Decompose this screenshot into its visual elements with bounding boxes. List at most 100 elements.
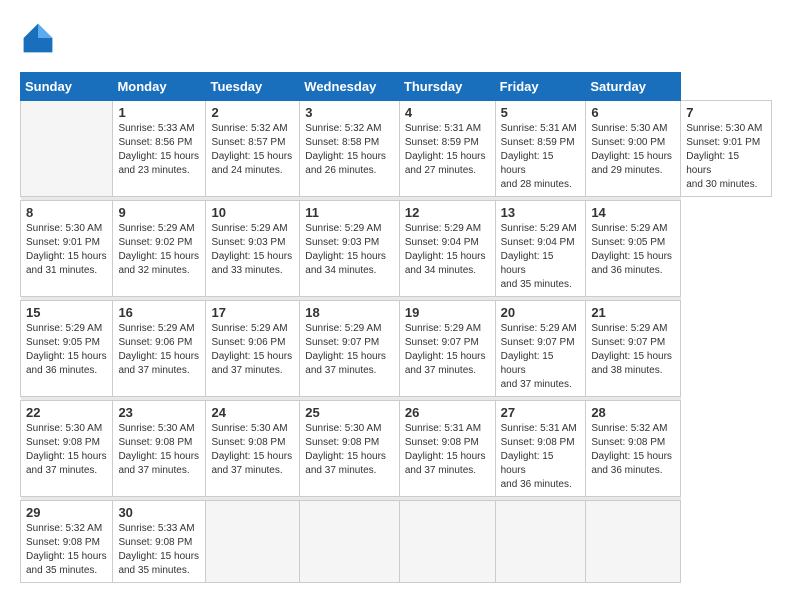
calendar-week-row: 8Sunrise: 5:30 AMSunset: 9:01 PMDaylight…: [21, 201, 772, 297]
day-number: 23: [118, 405, 200, 420]
calendar-day: 27Sunrise: 5:31 AMSunset: 9:08 PMDayligh…: [495, 401, 586, 497]
calendar-day: [495, 501, 586, 583]
day-info: Sunrise: 5:31 AMSunset: 9:08 PMDaylight:…: [501, 422, 581, 492]
day-info: Sunrise: 5:31 AMSunset: 8:59 PMDaylight:…: [405, 122, 490, 178]
day-number: 29: [26, 505, 107, 520]
calendar-day: 29 Sunrise: 5:32 AMSunset: 9:08 PMDayligh…: [21, 501, 113, 583]
day-info: Sunrise: 5:29 AMSunset: 9:05 PMDaylight:…: [26, 322, 107, 378]
day-number: 4: [405, 105, 490, 120]
day-info: Sunrise: 5:29 AMSunset: 9:07 PMDaylight:…: [591, 322, 675, 378]
calendar-day: 8Sunrise: 5:30 AMSunset: 9:01 PMDaylight…: [21, 201, 113, 297]
calendar-day: [399, 501, 495, 583]
calendar-day: 15 Sunrise: 5:29 AMSunset: 9:05 PMDayligh…: [21, 301, 113, 397]
column-header-thursday: Thursday: [399, 73, 495, 101]
column-header-saturday: Saturday: [586, 73, 681, 101]
day-info: Sunrise: 5:29 AMSunset: 9:05 PMDaylight:…: [591, 222, 675, 278]
calendar-day: 5 Sunrise: 5:31 AMSunset: 8:59 PMDaylight…: [495, 101, 586, 197]
day-number: 11: [305, 205, 394, 220]
day-number: 22: [26, 405, 107, 420]
day-info: Sunrise: 5:32 AMSunset: 9:08 PMDaylight:…: [591, 422, 675, 478]
day-number: 25: [305, 405, 394, 420]
day-number: 9: [118, 205, 200, 220]
day-info: Sunrise: 5:30 AMSunset: 9:08 PMDaylight:…: [305, 422, 394, 478]
day-info: Sunrise: 5:29 AMSunset: 9:06 PMDaylight:…: [118, 322, 200, 378]
calendar-day: 16 Sunrise: 5:29 AMSunset: 9:06 PMDayligh…: [113, 301, 206, 397]
calendar-day: 1 Sunrise: 5:33 AMSunset: 8:56 PMDaylight…: [113, 101, 206, 197]
calendar-day: 19 Sunrise: 5:29 AMSunset: 9:07 PMDayligh…: [399, 301, 495, 397]
day-info: Sunrise: 5:29 AMSunset: 9:06 PMDaylight:…: [211, 322, 294, 378]
calendar-day: 22 Sunrise: 5:30 AMSunset: 9:08 PMDayligh…: [21, 401, 113, 497]
day-info: Sunrise: 5:30 AMSunset: 9:01 PMDaylight:…: [26, 222, 107, 278]
calendar-day: 17 Sunrise: 5:29 AMSunset: 9:06 PMDayligh…: [206, 301, 300, 397]
calendar-day: [206, 501, 300, 583]
calendar-day: 20 Sunrise: 5:29 AMSunset: 9:07 PMDayligh…: [495, 301, 586, 397]
day-info: Sunrise: 5:31 AMSunset: 9:08 PMDaylight:…: [405, 422, 490, 478]
day-number: 26: [405, 405, 490, 420]
day-info: Sunrise: 5:29 AMSunset: 9:07 PMDaylight:…: [501, 322, 581, 392]
day-info: Sunrise: 5:29 AMSunset: 9:04 PMDaylight:…: [405, 222, 490, 278]
calendar-day: [586, 501, 681, 583]
calendar-day: 21 Sunrise: 5:29 AMSunset: 9:07 PMDayligh…: [586, 301, 681, 397]
day-number: 1: [118, 105, 200, 120]
calendar-day: 4 Sunrise: 5:31 AMSunset: 8:59 PMDaylight…: [399, 101, 495, 197]
day-info: Sunrise: 5:30 AMSunset: 9:08 PMDaylight:…: [118, 422, 200, 478]
day-number: 12: [405, 205, 490, 220]
day-info: Sunrise: 5:29 AMSunset: 9:07 PMDaylight:…: [405, 322, 490, 378]
day-number: 28: [591, 405, 675, 420]
day-number: 19: [405, 305, 490, 320]
day-info: Sunrise: 5:33 AMSunset: 8:56 PMDaylight:…: [118, 122, 200, 178]
calendar-day: 28 Sunrise: 5:32 AMSunset: 9:08 PMDayligh…: [586, 401, 681, 497]
calendar-day: 3Sunrise: 5:32 AMSunset: 8:58 PMDaylight…: [300, 101, 400, 197]
day-number: 16: [118, 305, 200, 320]
day-info: Sunrise: 5:32 AMSunset: 8:58 PMDaylight:…: [305, 122, 394, 178]
calendar-day: 11 Sunrise: 5:29 AMSunset: 9:03 PMDayligh…: [300, 201, 400, 297]
calendar-day: 26 Sunrise: 5:31 AMSunset: 9:08 PMDayligh…: [399, 401, 495, 497]
calendar-week-row: 22 Sunrise: 5:30 AMSunset: 9:08 PMDayligh…: [21, 401, 772, 497]
day-number: 30: [118, 505, 200, 520]
calendar-week-row: 15 Sunrise: 5:29 AMSunset: 9:05 PMDayligh…: [21, 301, 772, 397]
day-number: 18: [305, 305, 394, 320]
day-number: 7: [686, 105, 766, 120]
calendar-week-row: 1 Sunrise: 5:33 AMSunset: 8:56 PMDaylight…: [21, 101, 772, 197]
column-header-monday: Monday: [113, 73, 206, 101]
day-info: Sunrise: 5:32 AMSunset: 8:57 PMDaylight:…: [211, 122, 294, 178]
day-info: Sunrise: 5:31 AMSunset: 8:59 PMDaylight:…: [501, 122, 581, 192]
day-number: 13: [501, 205, 581, 220]
day-info: Sunrise: 5:33 AMSunset: 9:08 PMDaylight:…: [118, 522, 200, 578]
day-info: Sunrise: 5:30 AMSunset: 9:00 PMDaylight:…: [591, 122, 675, 178]
day-number: 21: [591, 305, 675, 320]
calendar-day: 13Sunrise: 5:29 AMSunset: 9:04 PMDayligh…: [495, 201, 586, 297]
day-number: 15: [26, 305, 107, 320]
day-info: Sunrise: 5:29 AMSunset: 9:07 PMDaylight:…: [305, 322, 394, 378]
logo-icon: [20, 20, 56, 56]
day-info: Sunrise: 5:29 AMSunset: 9:03 PMDaylight:…: [305, 222, 394, 278]
day-info: Sunrise: 5:32 AMSunset: 9:08 PMDaylight:…: [26, 522, 107, 578]
day-number: 17: [211, 305, 294, 320]
calendar-day: 7Sunrise: 5:30 AMSunset: 9:01 PMDaylight…: [681, 101, 772, 197]
calendar-table: SundayMondayTuesdayWednesdayThursdayFrid…: [20, 72, 772, 583]
calendar-day: 18 Sunrise: 5:29 AMSunset: 9:07 PMDayligh…: [300, 301, 400, 397]
day-number: 2: [211, 105, 294, 120]
day-number: 10: [211, 205, 294, 220]
calendar-day: 9 Sunrise: 5:29 AMSunset: 9:02 PMDaylight…: [113, 201, 206, 297]
day-info: Sunrise: 5:29 AMSunset: 9:03 PMDaylight:…: [211, 222, 294, 278]
calendar-day: 14Sunrise: 5:29 AMSunset: 9:05 PMDayligh…: [586, 201, 681, 297]
day-info: Sunrise: 5:29 AMSunset: 9:02 PMDaylight:…: [118, 222, 200, 278]
column-header-tuesday: Tuesday: [206, 73, 300, 101]
calendar-day: 6Sunrise: 5:30 AMSunset: 9:00 PMDaylight…: [586, 101, 681, 197]
calendar-day: [300, 501, 400, 583]
column-header-sunday: Sunday: [21, 73, 113, 101]
day-number: 24: [211, 405, 294, 420]
page-header: [20, 20, 772, 56]
day-number: 5: [501, 105, 581, 120]
day-info: Sunrise: 5:30 AMSunset: 9:08 PMDaylight:…: [26, 422, 107, 478]
calendar-day: 12 Sunrise: 5:29 AMSunset: 9:04 PMDayligh…: [399, 201, 495, 297]
day-number: 20: [501, 305, 581, 320]
calendar-day: 24 Sunrise: 5:30 AMSunset: 9:08 PMDayligh…: [206, 401, 300, 497]
calendar-day: 10 Sunrise: 5:29 AMSunset: 9:03 PMDayligh…: [206, 201, 300, 297]
calendar-day: 23 Sunrise: 5:30 AMSunset: 9:08 PMDayligh…: [113, 401, 206, 497]
calendar-week-row: 29 Sunrise: 5:32 AMSunset: 9:08 PMDayligh…: [21, 501, 772, 583]
calendar-header-row: SundayMondayTuesdayWednesdayThursdayFrid…: [21, 73, 772, 101]
day-info: Sunrise: 5:30 AMSunset: 9:08 PMDaylight:…: [211, 422, 294, 478]
calendar-day: 2 Sunrise: 5:32 AMSunset: 8:57 PMDaylight…: [206, 101, 300, 197]
